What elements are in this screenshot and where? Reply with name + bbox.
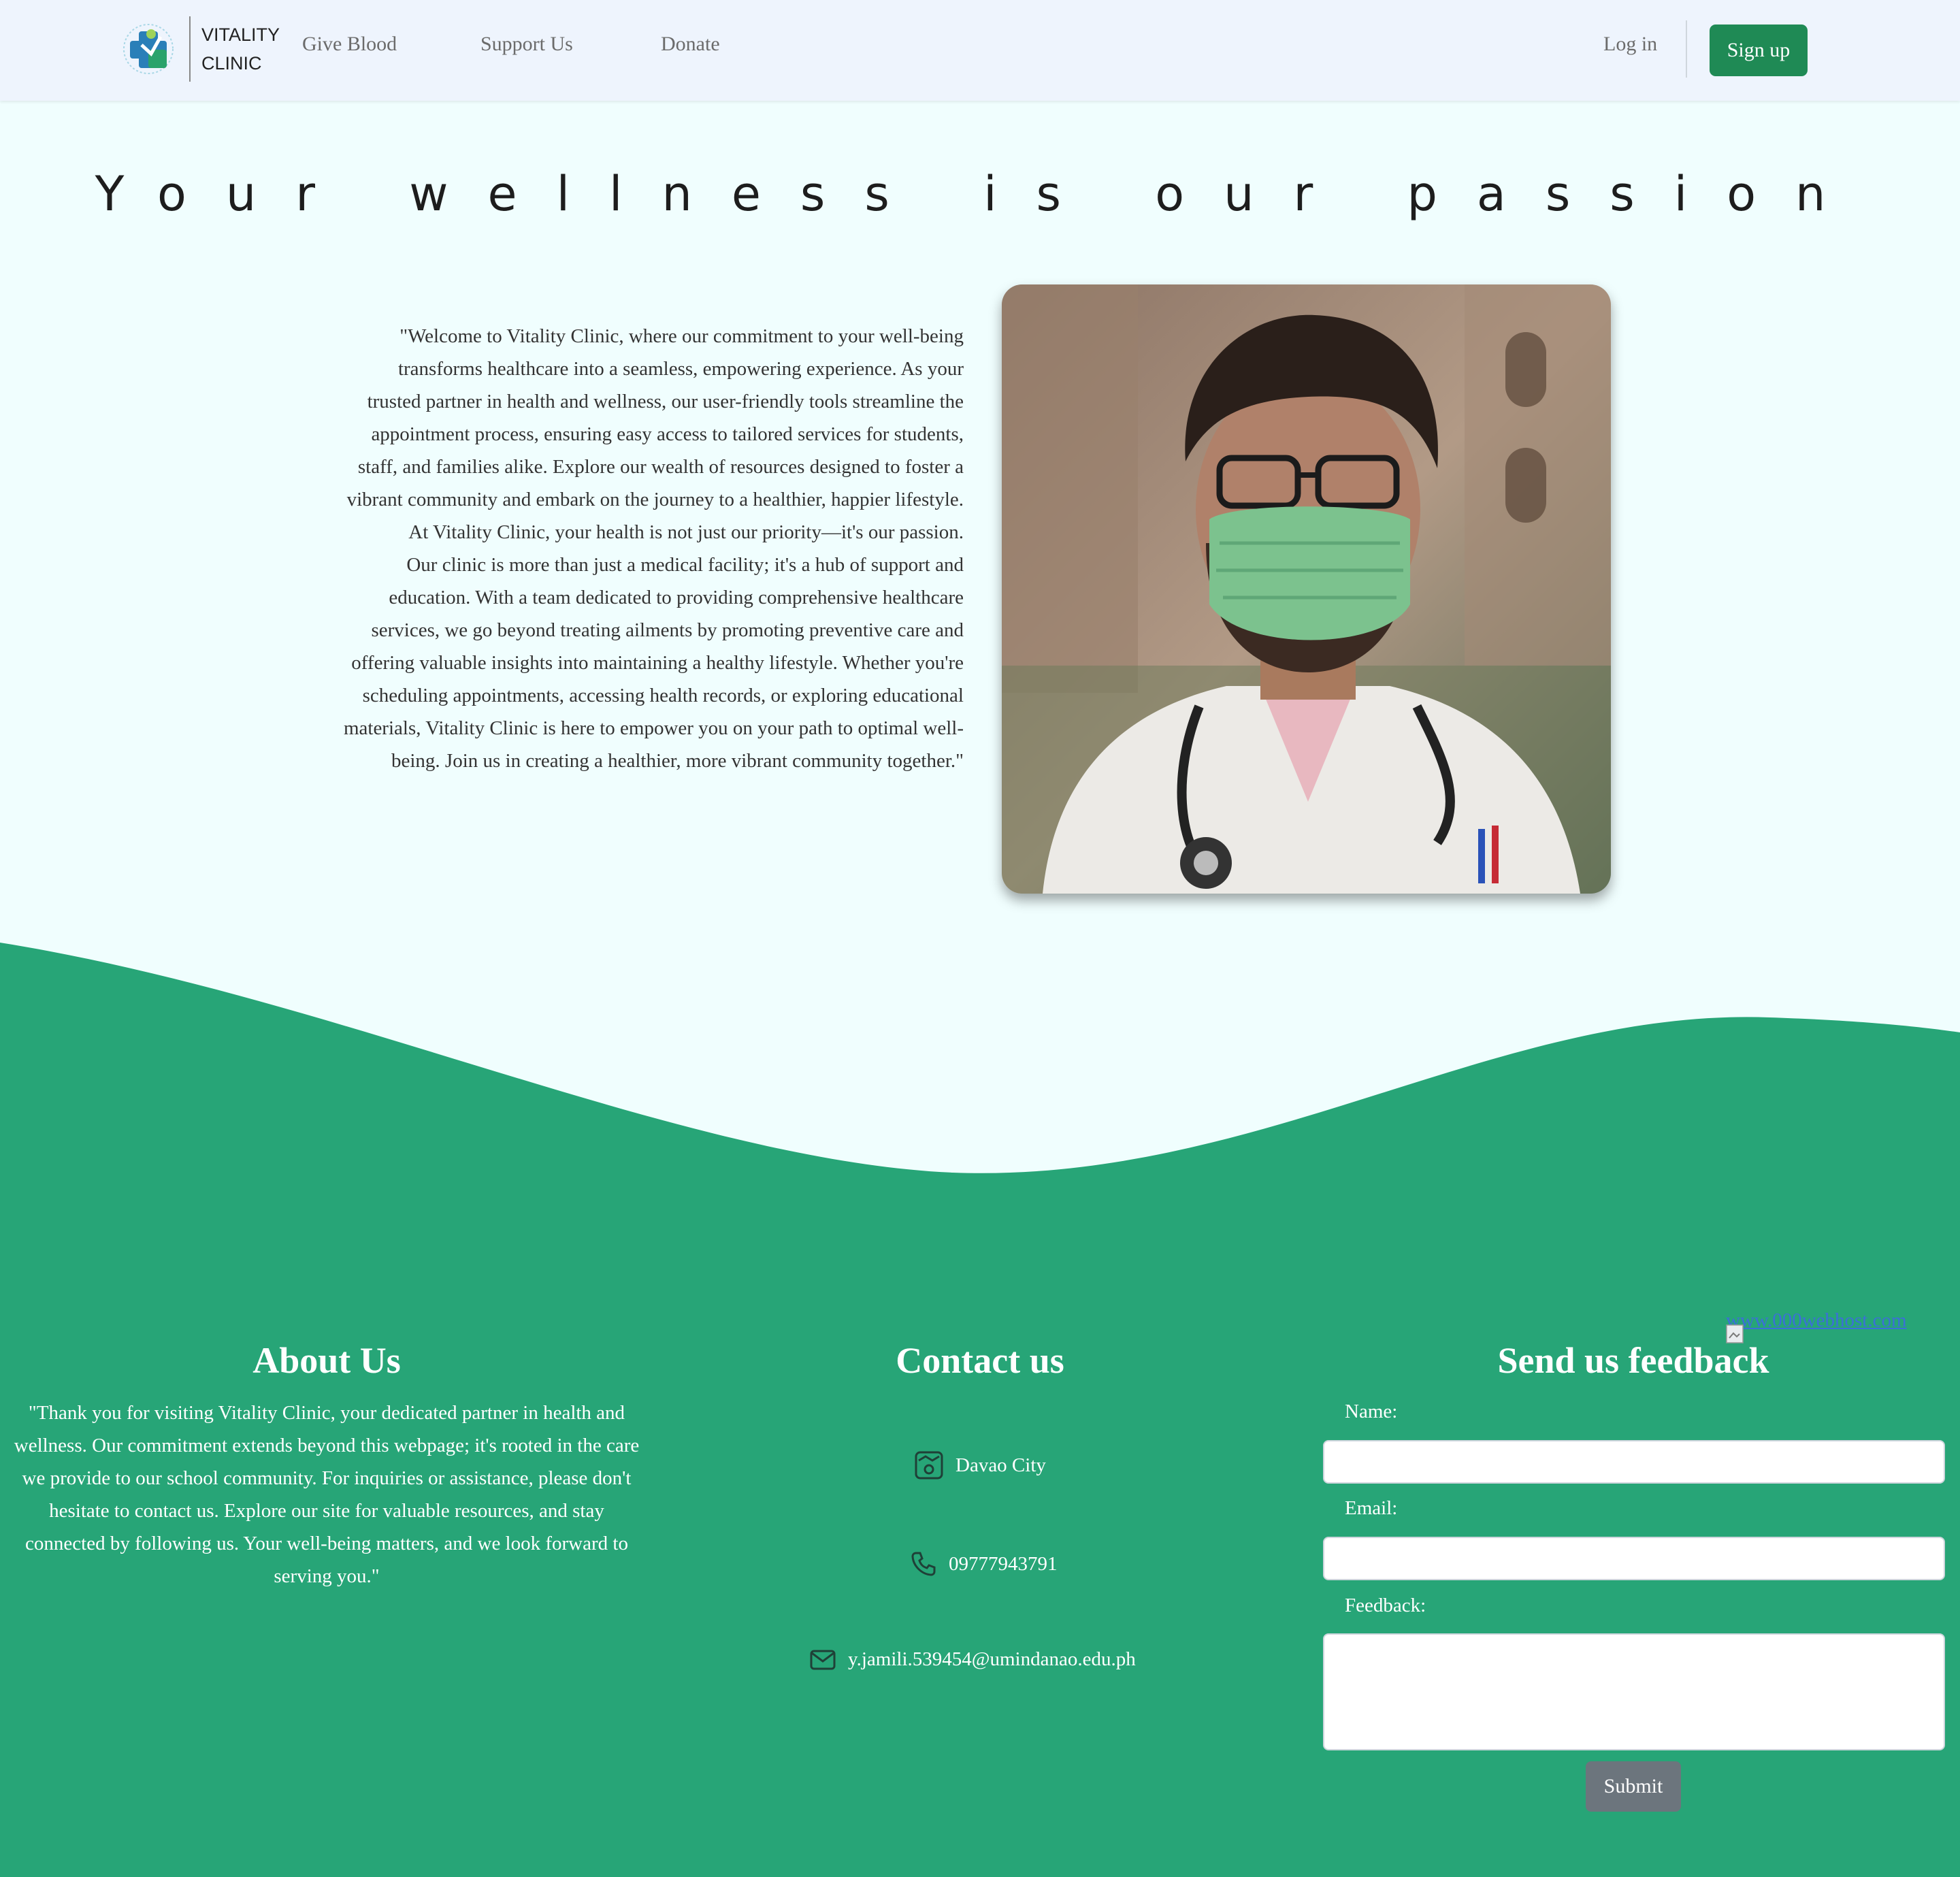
contact-email-text[interactable]: y.jamili.539454@umindanao.edu.ph xyxy=(848,1648,1136,1671)
submit-button[interactable]: Submit xyxy=(1586,1761,1681,1812)
brand-line-1: VITALITY xyxy=(201,25,280,45)
nav-support-us[interactable]: Support Us xyxy=(480,33,573,56)
mail-icon xyxy=(810,1650,836,1670)
nav-donate[interactable]: Donate xyxy=(661,33,720,56)
about-text: "Thank you for visiting Vitality Clinic,… xyxy=(14,1402,640,1587)
map-icon xyxy=(915,1451,943,1480)
brand-line-2: CLINIC xyxy=(201,53,262,74)
wave-divider xyxy=(0,943,1960,1324)
hero-title: Your wellness is our passion xyxy=(95,166,1865,222)
host-link[interactable]: www.000webhost.com xyxy=(1726,1309,1907,1332)
email-input[interactable] xyxy=(1323,1537,1945,1580)
nav-divider xyxy=(1686,20,1687,78)
name-label: Name: xyxy=(1345,1401,1398,1422)
navbar: VITALITY CLINIC Give Blood Support Us Do… xyxy=(0,0,1960,101)
login-link[interactable]: Log in xyxy=(1603,33,1657,56)
phone-icon xyxy=(911,1551,936,1577)
logo-icon[interactable] xyxy=(121,16,176,83)
nav-give-blood[interactable]: Give Blood xyxy=(302,33,397,56)
contact-phone: 09777943791 xyxy=(911,1551,1058,1577)
hero-paragraph-1: "Welcome to Vitality Clinic, where our c… xyxy=(346,325,964,543)
brand-name[interactable]: VITALITY CLINIC xyxy=(201,20,280,78)
email-label: Email: xyxy=(1345,1497,1398,1519)
about-title: About Us xyxy=(252,1340,401,1381)
contact-location: Davao City xyxy=(915,1451,1046,1480)
contact-phone-text: 09777943791 xyxy=(949,1552,1058,1575)
brand-divider xyxy=(189,16,191,82)
contact-title: Contact us xyxy=(896,1340,1064,1381)
hero-paragraph-2: Our clinic is more than just a medical f… xyxy=(343,554,964,772)
name-input[interactable] xyxy=(1323,1440,1945,1484)
contact-email: y.jamili.539454@umindanao.edu.ph xyxy=(810,1648,1136,1671)
doctor-photo xyxy=(1002,284,1611,894)
hero-text: "Welcome to Vitality Clinic, where our c… xyxy=(340,320,964,777)
feedback-textarea[interactable] xyxy=(1323,1633,1945,1750)
feedback-title: Send us feedback xyxy=(1497,1340,1769,1381)
signup-button[interactable]: Sign up xyxy=(1710,25,1808,76)
contact-location-text: Davao City xyxy=(956,1454,1046,1476)
feedback-label: Feedback: xyxy=(1345,1595,1426,1616)
